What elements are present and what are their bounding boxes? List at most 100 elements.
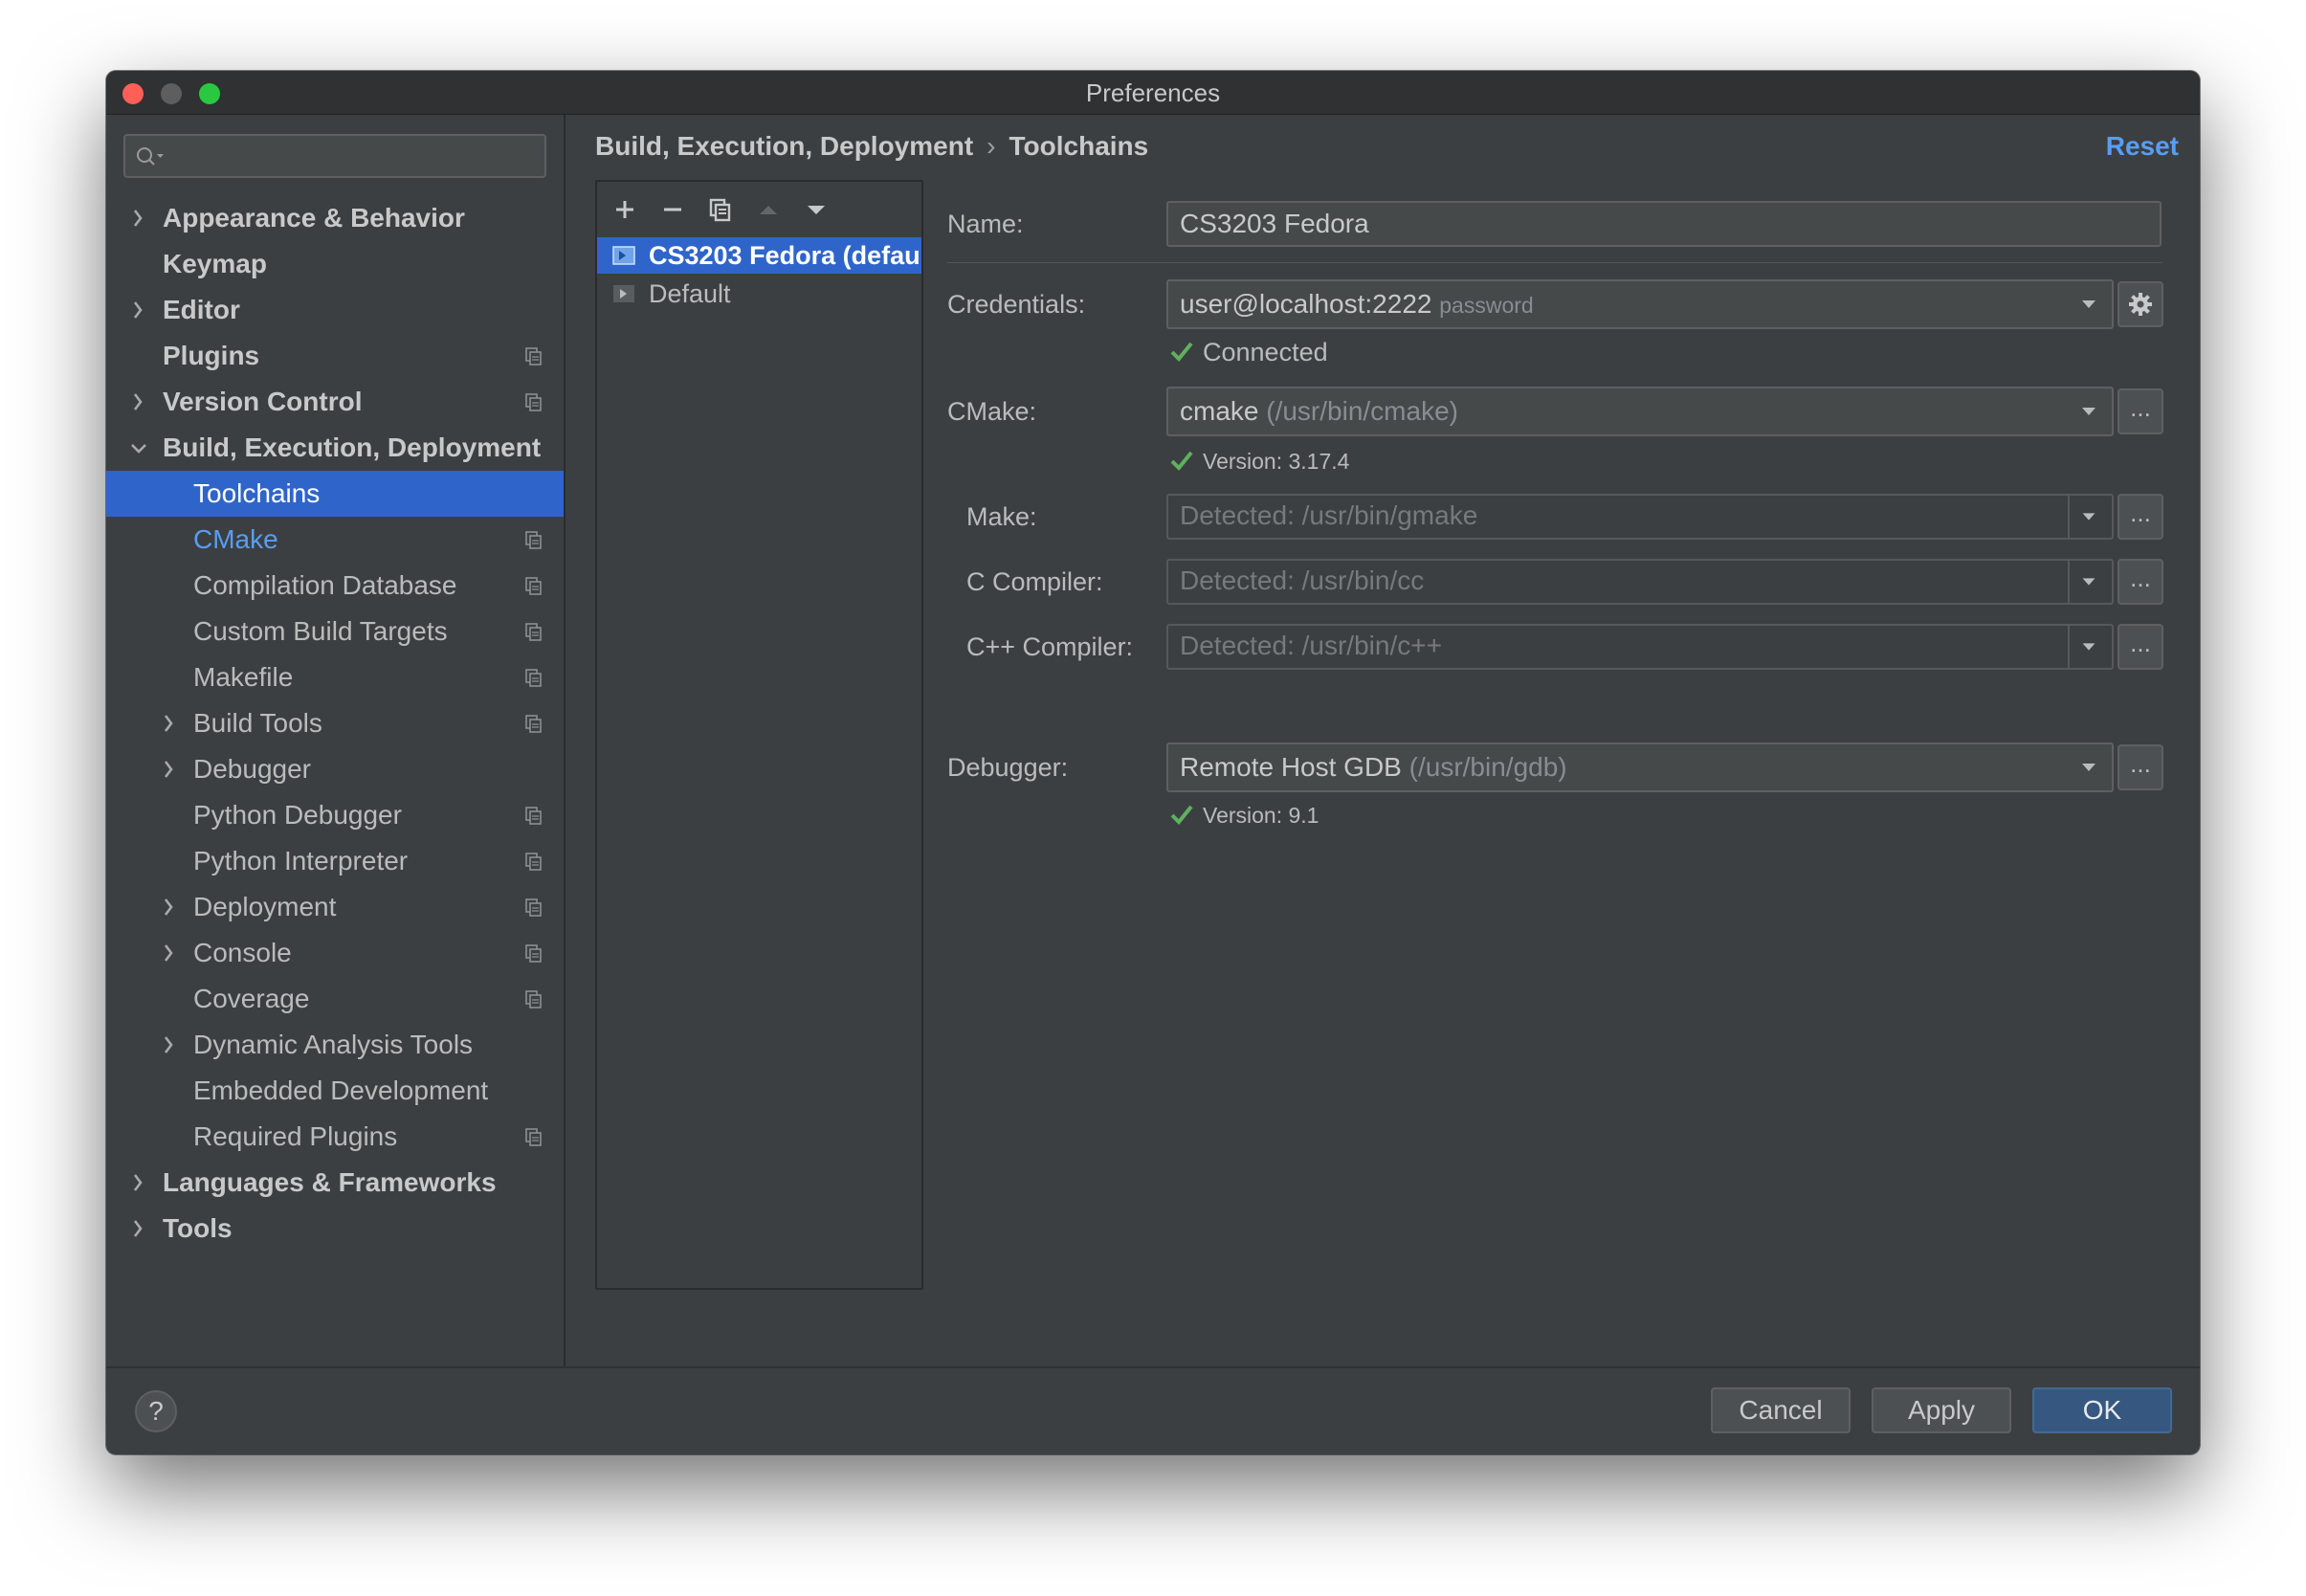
make-field[interactable]: Detected: /usr/bin/gmake <box>1166 494 2114 540</box>
close-window-button[interactable] <box>122 83 144 104</box>
cmake-browse-button[interactable]: ... <box>2118 388 2163 434</box>
ok-button[interactable]: OK <box>2032 1387 2172 1433</box>
c-compiler-field[interactable]: Detected: /usr/bin/cc <box>1166 559 2114 605</box>
project-level-icon <box>525 623 542 641</box>
cmake-select[interactable]: cmake (/usr/bin/cmake) <box>1166 387 2114 436</box>
sidebar-item-appearance-behavior[interactable]: Appearance & Behavior <box>106 195 564 241</box>
chevron-down-icon <box>2082 300 2095 308</box>
sidebar-item-plugins[interactable]: Plugins <box>106 333 564 379</box>
c-compiler-browse-button[interactable]: ... <box>2118 559 2163 605</box>
sidebar-item-dynamic-analysis-tools[interactable]: Dynamic Analysis Tools <box>106 1022 564 1068</box>
chevron-right-icon[interactable] <box>160 1022 179 1068</box>
project-level-icon <box>525 898 542 917</box>
sidebar-item-label: Build, Execution, Deployment <box>163 432 542 462</box>
credentials-value: user@localhost:2222 <box>1180 289 1432 319</box>
chevron-right-icon[interactable] <box>129 195 148 241</box>
make-browse-button[interactable]: ... <box>2118 494 2163 540</box>
sidebar-item-label: Python Debugger <box>193 800 402 830</box>
settings-search-input[interactable] <box>123 134 546 178</box>
chevron-down-icon[interactable] <box>2079 626 2098 668</box>
sidebar-item-toolchains[interactable]: Toolchains <box>106 471 564 517</box>
sidebar-item-label: Version Control <box>163 387 363 416</box>
chevron-right-icon[interactable] <box>160 930 179 976</box>
debugger-value: Remote Host GDB <box>1180 752 1402 782</box>
settings-tree: Appearance & Behavior Keymap Editor Plugins… <box>106 195 564 1252</box>
sidebar-item-label: Debugger <box>193 754 311 784</box>
cancel-button[interactable]: Cancel <box>1711 1387 1851 1433</box>
move-up-icon[interactable] <box>756 197 781 222</box>
sidebar-item-label: Deployment <box>193 892 337 921</box>
sidebar-item-version-control[interactable]: Version Control <box>106 379 564 425</box>
project-level-icon <box>525 577 542 595</box>
debugger-browse-button[interactable]: ... <box>2118 744 2163 790</box>
add-icon[interactable] <box>612 197 637 222</box>
project-level-icon <box>525 347 542 366</box>
name-field[interactable]: CS3203 Fedora <box>1166 201 2162 247</box>
sidebar-item-keymap[interactable]: Keymap <box>106 241 564 287</box>
zoom-window-button[interactable] <box>199 83 220 104</box>
remove-icon[interactable] <box>660 197 685 222</box>
chevron-down-icon <box>2082 764 2095 771</box>
reset-link[interactable]: Reset <box>2106 130 2179 163</box>
sidebar-item-editor[interactable]: Editor <box>106 287 564 333</box>
sidebar-item-console[interactable]: Console <box>106 930 564 976</box>
preferences-window: Preferences Appearance & Behavior Keymap E… <box>106 71 2200 1454</box>
chevron-down-icon <box>2082 408 2095 415</box>
sidebar-item-debugger[interactable]: Debugger <box>106 746 564 792</box>
sidebar-item-custom-build-targets[interactable]: Custom Build Targets <box>106 609 564 654</box>
sidebar-item-deployment[interactable]: Deployment <box>106 884 564 930</box>
sidebar-item-label: Tools <box>163 1213 233 1243</box>
chevron-right-icon[interactable] <box>129 379 148 425</box>
cpp-compiler-browse-button[interactable]: ... <box>2118 624 2163 670</box>
sidebar-item-label: Custom Build Targets <box>193 616 448 646</box>
gear-icon <box>2129 293 2152 316</box>
settings-sidebar: Appearance & Behavior Keymap Editor Plugins… <box>106 115 565 1368</box>
sidebar-item-compilation-database[interactable]: Compilation Database <box>106 563 564 609</box>
name-label: Name: <box>947 210 1024 238</box>
chevron-down-icon[interactable] <box>2079 496 2098 538</box>
toolchain-item-selected[interactable]: CS3203 Fedora (default) <box>597 237 921 274</box>
help-button[interactable]: ? <box>135 1390 177 1432</box>
sidebar-item-python-debugger[interactable]: Python Debugger <box>106 792 564 838</box>
credentials-select[interactable]: user@localhost:2222 password <box>1166 279 2114 329</box>
toolchains-toolbar <box>597 182 921 235</box>
search-icon <box>137 147 164 166</box>
copy-icon[interactable] <box>708 197 733 222</box>
debugger-select[interactable]: Remote Host GDB (/usr/bin/gdb) <box>1166 743 2114 792</box>
sidebar-item-build-execution-deployment[interactable]: Build, Execution, Deployment <box>106 425 564 471</box>
sidebar-item-required-plugins[interactable]: Required Plugins <box>106 1114 564 1160</box>
sidebar-item-embedded-development[interactable]: Embedded Development <box>106 1068 564 1114</box>
sidebar-item-tools[interactable]: Tools <box>106 1206 564 1252</box>
toolchain-item[interactable]: Default <box>597 276 921 312</box>
move-down-icon[interactable] <box>804 197 829 222</box>
project-level-icon <box>525 531 542 549</box>
sidebar-item-build-tools[interactable]: Build Tools <box>106 700 564 746</box>
chevron-right-icon[interactable] <box>129 1206 148 1252</box>
breadcrumb-parent: Build, Execution, Deployment <box>595 131 974 161</box>
sidebar-item-label: Makefile <box>193 662 294 692</box>
chevron-right-icon[interactable] <box>160 746 179 792</box>
debugger-path: (/usr/bin/gdb) <box>1408 752 1567 782</box>
cpp-compiler-field[interactable]: Detected: /usr/bin/c++ <box>1166 624 2114 670</box>
chevron-right-icon[interactable] <box>160 884 179 930</box>
sidebar-item-makefile[interactable]: Makefile <box>106 654 564 700</box>
chevron-right-icon[interactable] <box>129 1160 148 1206</box>
credentials-settings-button[interactable] <box>2118 281 2163 327</box>
chevron-down-icon[interactable] <box>129 425 148 471</box>
credentials-hint: password <box>1439 293 1534 318</box>
chevron-right-icon[interactable] <box>160 700 179 746</box>
sidebar-item-languages-frameworks[interactable]: Languages & Frameworks <box>106 1160 564 1206</box>
minimize-window-button[interactable] <box>161 83 182 104</box>
sidebar-item-cmake[interactable]: CMake <box>106 517 564 563</box>
connection-status-text: Connected <box>1203 338 1328 366</box>
apply-button[interactable]: Apply <box>1872 1387 2011 1433</box>
window-title: Preferences <box>1085 78 1221 107</box>
sidebar-item-python-interpreter[interactable]: Python Interpreter <box>106 838 564 884</box>
chevron-right-icon[interactable] <box>129 287 148 333</box>
breadcrumb-separator: › <box>987 131 996 161</box>
chevron-down-icon[interactable] <box>2079 561 2098 603</box>
project-level-icon <box>525 853 542 871</box>
name-value: CS3203 Fedora <box>1180 209 1369 238</box>
c-compiler-value: Detected: /usr/bin/cc <box>1180 565 1425 595</box>
sidebar-item-coverage[interactable]: Coverage <box>106 976 564 1022</box>
